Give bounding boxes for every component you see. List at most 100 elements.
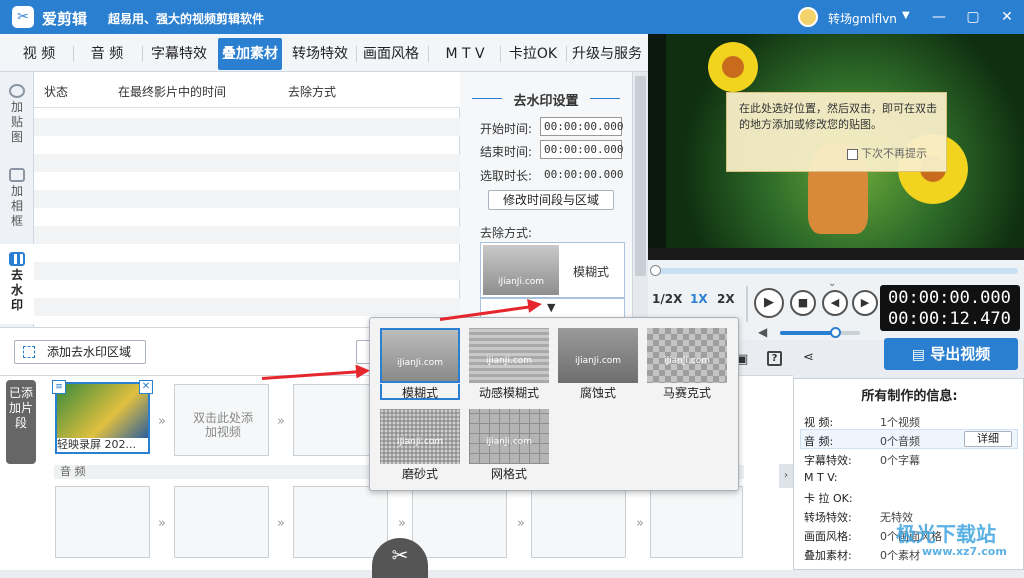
stop-button[interactable]: ■ xyxy=(790,290,816,316)
volume-slider[interactable] xyxy=(780,327,860,338)
play-button[interactable]: ▶ xyxy=(754,288,784,318)
empty-audio-slot[interactable] xyxy=(174,486,269,558)
speed-half[interactable]: 1/2X xyxy=(652,292,682,306)
user-avatar[interactable] xyxy=(798,7,818,27)
empty-audio-slot[interactable] xyxy=(650,486,743,558)
col-method: 去除方式 xyxy=(288,85,337,99)
add-video-placeholder[interactable]: 双击此处添加视频 xyxy=(174,384,269,456)
watermark-text: 极光下载站 xyxy=(896,522,996,546)
method-select[interactable]: iJianJi.com 模糊式 xyxy=(480,242,625,298)
empty-audio-slot[interactable] xyxy=(531,486,626,558)
left-nav: 加贴图 加相框 去水印 xyxy=(0,72,34,327)
table-row[interactable] xyxy=(34,190,460,208)
method-grid[interactable]: iJianJi.com 网格式 xyxy=(469,409,549,481)
sticker-icon xyxy=(9,84,25,98)
taskbar xyxy=(648,248,1024,260)
add-region-icon xyxy=(23,346,35,358)
site-watermark-logo: 极光下载站 www.xz7.com xyxy=(838,518,1024,566)
method-selected: 模糊式 xyxy=(573,265,610,279)
info-value: 0个字幕 xyxy=(880,454,920,467)
annotation-arrowhead xyxy=(355,363,371,379)
next-arrow-icon: » xyxy=(277,414,285,429)
method-popup: iJianJi.com 模糊式 iJianJi.com 动感模糊式 iJianJ… xyxy=(369,317,739,491)
volume-knob[interactable] xyxy=(830,327,841,338)
table-row[interactable] xyxy=(34,154,460,172)
speed-double[interactable]: 2X xyxy=(717,292,735,306)
frame-icon xyxy=(9,168,25,182)
method-erode[interactable]: iJianJi.com 腐蚀式 xyxy=(558,328,638,400)
method-dropdown[interactable]: ▼ xyxy=(480,298,625,318)
export-video-button[interactable]: ▤ 导出视频 xyxy=(884,338,1018,370)
user-dropdown-icon[interactable]: ▼ xyxy=(902,10,910,21)
maximize-button[interactable]: ▢ xyxy=(962,6,984,28)
collapse-right-icon[interactable]: › xyxy=(779,464,793,488)
speed-normal[interactable]: 1X xyxy=(690,292,708,306)
clip-info-icon[interactable]: ≡ xyxy=(52,380,66,394)
added-clips-label: 已添加片段 xyxy=(6,380,36,464)
tab-transition[interactable]: 转场特效 xyxy=(288,38,352,70)
no-remind-label[interactable]: 下次不再提示 xyxy=(861,146,927,162)
volume-icon[interactable]: ◀ xyxy=(758,325,767,339)
tab-mtv[interactable]: M T V xyxy=(432,38,498,70)
nav-remove-watermark[interactable]: 去水印 xyxy=(0,244,34,324)
nav-add-frame[interactable]: 加相框 xyxy=(0,168,34,246)
method-thumb: iJianJi.com xyxy=(483,245,559,295)
prev-frame-button[interactable]: ◀ xyxy=(822,290,848,316)
nav-add-sticker[interactable]: 加贴图 xyxy=(0,84,34,162)
table-row[interactable] xyxy=(34,298,460,316)
watermark-settings: 去水印设置 开始时间: 00:00:00.000 结束时间: 00:00:00.… xyxy=(460,72,632,327)
info-title: 所有制作的信息: xyxy=(861,389,958,404)
clip-delete-icon[interactable]: ✕ xyxy=(139,380,153,394)
empty-audio-slot[interactable] xyxy=(412,486,507,558)
empty-audio-slot[interactable] xyxy=(55,486,150,558)
next-arrow-icon: » xyxy=(158,414,166,429)
info-value: 1个视频 xyxy=(880,416,920,429)
share-icon[interactable]: ⋖ xyxy=(803,350,814,365)
settings-scrollbar[interactable] xyxy=(632,72,648,327)
progress-handle[interactable] xyxy=(650,265,661,276)
export-icon: ▤ xyxy=(911,347,925,363)
duration-label: 选取时长: xyxy=(480,169,533,183)
next-arrow-icon: » xyxy=(517,516,525,531)
tab-subtitle[interactable]: 字幕特效 xyxy=(146,38,212,70)
next-frame-button[interactable]: ▶ xyxy=(852,290,878,316)
tab-video[interactable]: 视 频 xyxy=(8,38,70,70)
tab-audio[interactable]: 音 频 xyxy=(76,38,138,70)
help-icon[interactable]: ? xyxy=(767,351,782,366)
detail-button[interactable]: 详细 xyxy=(964,431,1012,447)
scrollbar-thumb[interactable] xyxy=(635,76,646,276)
tab-upgrade[interactable]: 升级与服务 xyxy=(568,38,646,70)
start-time-input[interactable]: 00:00:00.000 xyxy=(540,117,623,136)
watermark-icon xyxy=(9,252,25,266)
settings-title: 去水印设置 xyxy=(513,94,579,109)
watermark-list: 状态 在最终影片中的时间 去除方式 xyxy=(34,72,460,327)
empty-audio-slot[interactable] xyxy=(293,486,388,558)
add-watermark-region-button[interactable]: 添加去水印区域 xyxy=(14,340,146,364)
no-remind-checkbox[interactable] xyxy=(847,149,858,160)
modify-region-button[interactable]: 修改时间段与区域 xyxy=(488,190,614,210)
clip-name: 轻映录屏 202... xyxy=(57,438,148,452)
user-name[interactable]: 转场gmlflvn xyxy=(828,10,897,27)
method-mosaic[interactable]: iJianJi.com 马赛克式 xyxy=(647,328,727,400)
app-name: 爱剪辑 xyxy=(42,10,88,28)
tab-karaoke[interactable]: 卡拉OK xyxy=(502,38,564,70)
minimize-button[interactable]: — xyxy=(928,6,950,28)
table-row[interactable] xyxy=(34,262,460,280)
collapse-icon[interactable]: ⌄ xyxy=(828,278,836,289)
tab-overlay[interactable]: 叠加素材 xyxy=(218,38,282,70)
method-frosted[interactable]: iJianJi.com 磨砂式 xyxy=(380,409,460,481)
method-blur[interactable]: iJianJi.com 模糊式 xyxy=(380,328,460,400)
method-thumb: iJianJi.com xyxy=(647,328,727,383)
hint-tooltip: 在此处选好位置，然后双击，即可在双击的地方添加或修改您的贴图。 下次不再提示 xyxy=(726,92,947,172)
app-slogan: 超易用、强大的视频剪辑软件 xyxy=(108,12,265,26)
tab-style[interactable]: 画面风格 xyxy=(358,38,424,70)
divider xyxy=(746,286,748,322)
table-row[interactable] xyxy=(34,226,460,244)
table-row[interactable] xyxy=(34,118,460,136)
close-button[interactable]: ✕ xyxy=(996,6,1018,28)
method-motion-blur[interactable]: iJianJi.com 动感模糊式 xyxy=(469,328,549,400)
end-time-input[interactable]: 00:00:00.000 xyxy=(540,140,623,159)
video-clip[interactable]: 轻映录屏 202... xyxy=(55,382,150,454)
current-time: 00:00:00.000 xyxy=(888,288,1011,308)
progress-track[interactable] xyxy=(654,268,1018,274)
